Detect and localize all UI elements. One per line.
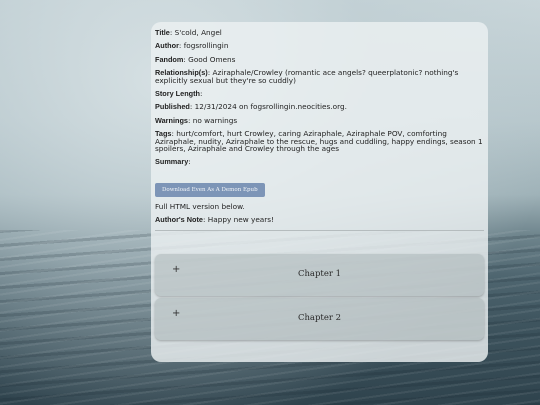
author-row: Author: fogsrollingin bbox=[155, 41, 229, 51]
download-epub-button[interactable]: Download Even As A Demon Epub bbox=[155, 182, 265, 197]
fandom-row: Fandom: Good Omens bbox=[155, 54, 236, 64]
chapter-2-toggle[interactable]: + Chapter 2 bbox=[155, 297, 484, 340]
work-metadata: Title: S'cold, Angel Author: fogsrolling… bbox=[155, 29, 484, 224]
warnings-value: no warnings bbox=[192, 115, 238, 125]
divider bbox=[155, 229, 484, 231]
title-row: Title: S'cold, Angel bbox=[155, 28, 222, 37]
published-row: Published: 12/31/2024 on fogsrollingin.n… bbox=[155, 102, 347, 112]
author-label: Author bbox=[155, 41, 179, 51]
warnings-label: Warnings bbox=[155, 115, 188, 125]
summary-row: Summary: bbox=[155, 157, 191, 167]
story-length-label: Story Length bbox=[155, 89, 200, 99]
work-info-card: Title: S'cold, Angel Author: fogsrolling… bbox=[151, 22, 488, 362]
chapter-list: + Chapter 1 + Chapter 2 bbox=[155, 253, 484, 340]
relationship-row: Relationship(s): Aziraphale/Crowley (rom… bbox=[155, 68, 459, 85]
work-title: S'cold, Angel bbox=[174, 28, 222, 37]
chapter-1-toggle[interactable]: + Chapter 1 bbox=[155, 253, 484, 296]
published-value: 12/31/2024 on fogsrollingin.neocities.or… bbox=[194, 102, 347, 112]
summary-label: Summary bbox=[155, 157, 189, 167]
tags-value: hurt/comfort, hurt Crowley, caring Azira… bbox=[155, 129, 483, 154]
work-author: fogsrollingin bbox=[183, 41, 229, 51]
published-label: Published bbox=[155, 102, 190, 112]
tags-row: Tags: hurt/comfort, hurt Crowley, caring… bbox=[155, 129, 483, 154]
authors-note-label: Author's Note bbox=[155, 215, 203, 225]
warnings-row: Warnings: no warnings bbox=[155, 115, 238, 125]
work-fandom: Good Omens bbox=[188, 54, 236, 64]
story-length-row: Story Length: bbox=[155, 89, 203, 99]
chapter-2-title: Chapter 2 bbox=[297, 312, 342, 323]
authors-note-row: Author's Note: Happy new years! bbox=[155, 215, 275, 225]
title-label: Title bbox=[155, 28, 170, 37]
full-html-note: Full HTML version below. bbox=[155, 203, 484, 210]
fandom-label: Fandom bbox=[155, 54, 184, 64]
full-html-note-text: Full HTML version below. bbox=[155, 201, 245, 211]
chapter-1-title: Chapter 1 bbox=[297, 268, 342, 279]
authors-note-value: Happy new years! bbox=[207, 215, 275, 225]
